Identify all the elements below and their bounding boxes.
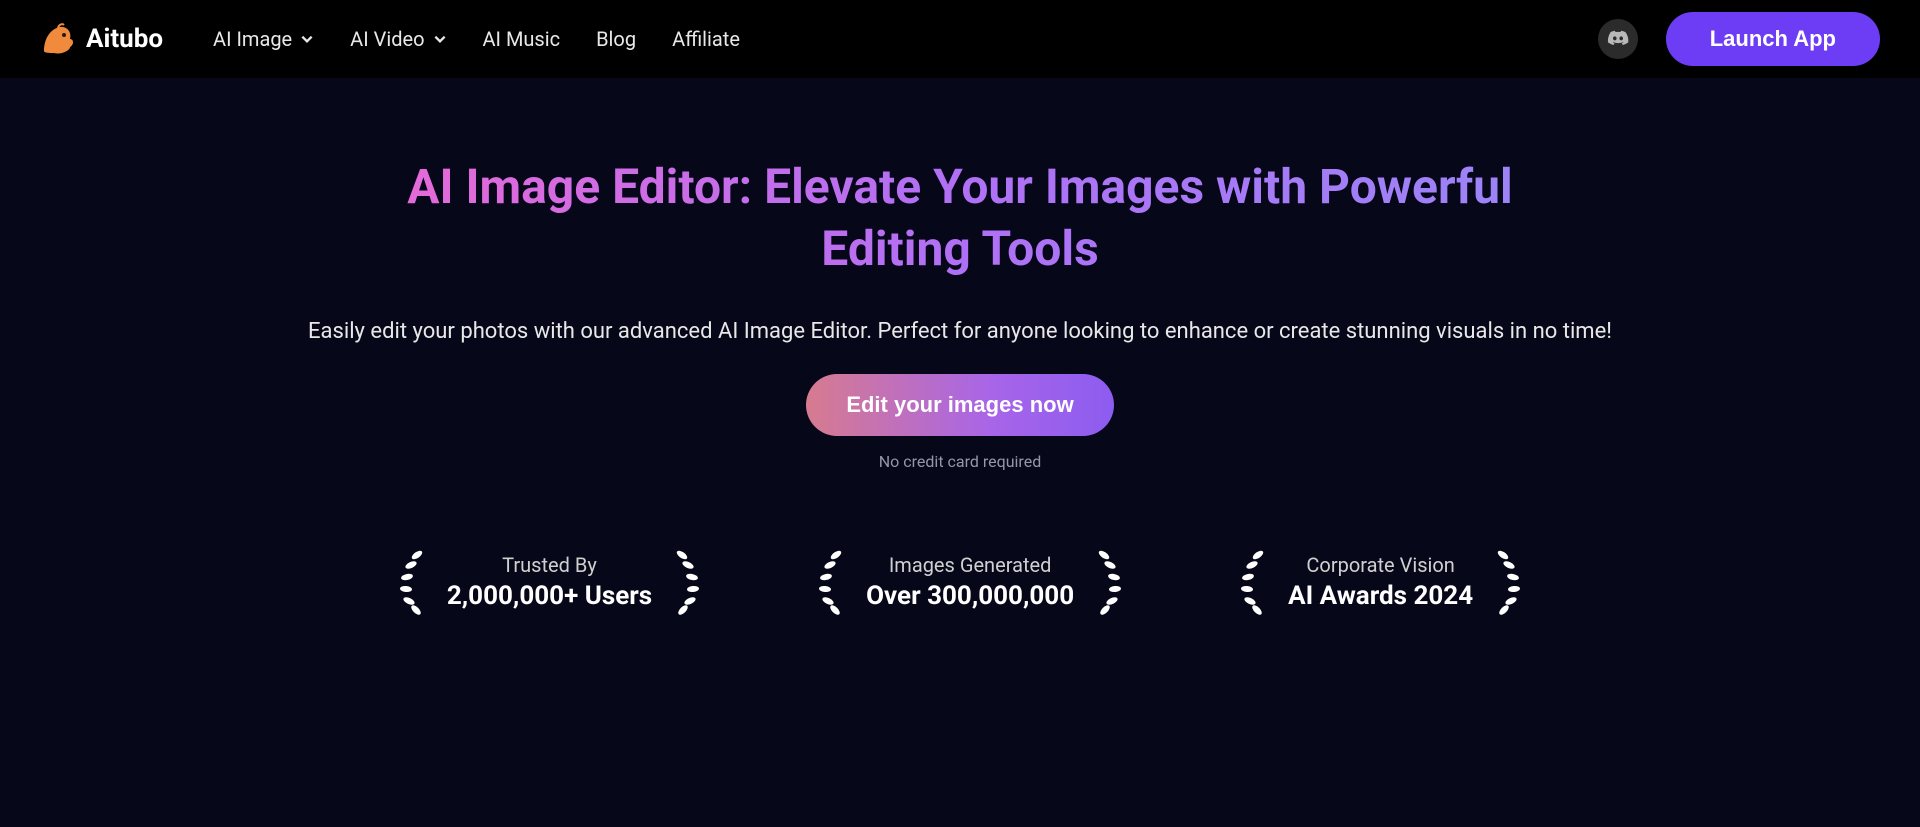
logo-text: Aitubo xyxy=(86,24,163,54)
nav-blog[interactable]: Blog xyxy=(596,27,636,51)
edit-images-button[interactable]: Edit your images now xyxy=(806,374,1113,436)
hero-title: AI Image Editor: Elevate Your Images wit… xyxy=(360,156,1560,281)
nav-label: AI Image xyxy=(213,27,292,51)
nav-label: AI Video xyxy=(350,27,424,51)
discord-icon xyxy=(1607,28,1629,50)
laurel-left-icon xyxy=(804,549,846,615)
nav-label: Blog xyxy=(596,27,636,51)
award-trusted-by: Trusted By 2,000,000+ Users xyxy=(385,549,714,615)
hero-subtitle: Easily edit your photos with our advance… xyxy=(0,319,1920,344)
award-value: AI Awards 2024 xyxy=(1288,581,1473,611)
header: Aitubo AI Image AI Video AI Music Blog A… xyxy=(0,0,1920,78)
cta-note: No credit card required xyxy=(0,452,1920,471)
nav-label: Affiliate xyxy=(672,27,740,51)
awards-row: Trusted By 2,000,000+ Users xyxy=(0,549,1920,615)
laurel-right-icon xyxy=(672,549,714,615)
discord-button[interactable] xyxy=(1598,19,1638,59)
award-value: Over 300,000,000 xyxy=(866,581,1074,611)
award-label: Corporate Vision xyxy=(1288,553,1473,577)
nav-ai-music[interactable]: AI Music xyxy=(483,27,561,51)
award-images-generated: Images Generated Over 300,000,000 xyxy=(804,549,1136,615)
award-ai-awards: Corporate Vision AI Awards 2024 xyxy=(1226,549,1535,615)
nav-ai-image[interactable]: AI Image xyxy=(213,27,314,51)
nav-label: AI Music xyxy=(483,27,561,51)
laurel-right-icon xyxy=(1094,549,1136,615)
logo[interactable]: Aitubo xyxy=(40,21,163,57)
chevron-down-icon xyxy=(433,32,447,46)
nav-affiliate[interactable]: Affiliate xyxy=(672,27,740,51)
nav-ai-video[interactable]: AI Video xyxy=(350,27,446,51)
chevron-down-icon xyxy=(300,32,314,46)
award-label: Images Generated xyxy=(866,553,1074,577)
award-label: Trusted By xyxy=(447,553,652,577)
logo-icon xyxy=(40,21,76,57)
laurel-right-icon xyxy=(1493,549,1535,615)
hero-section: AI Image Editor: Elevate Your Images wit… xyxy=(0,78,1920,615)
laurel-left-icon xyxy=(1226,549,1268,615)
launch-app-button[interactable]: Launch App xyxy=(1666,12,1880,66)
award-value: 2,000,000+ Users xyxy=(447,581,652,611)
main-nav: AI Image AI Video AI Music Blog Affiliat… xyxy=(213,27,740,51)
laurel-left-icon xyxy=(385,549,427,615)
